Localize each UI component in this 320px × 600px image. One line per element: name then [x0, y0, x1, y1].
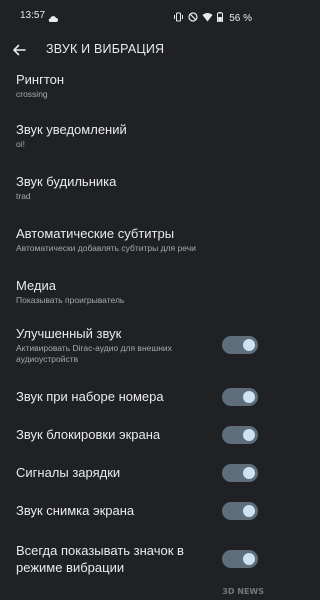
- setting-title: Звук будильника: [16, 174, 117, 189]
- setting-title: Звук уведомлений: [16, 122, 127, 137]
- wifi-icon: [202, 9, 213, 27]
- toggle-knob: [243, 339, 255, 351]
- setting-subtitle: oi!: [16, 139, 25, 149]
- toggle-knob: [243, 391, 255, 403]
- toggle-knob: [243, 505, 255, 517]
- setting-title: Рингтон: [16, 72, 65, 87]
- setting-subtitle: Активировать Dirac-аудио для внешних ауд…: [16, 343, 172, 364]
- setting-title: Звук при наборе номера: [16, 389, 164, 404]
- status-time: 13:57: [20, 10, 46, 21]
- setting-screenshot-sound[interactable]: Звук снимка экрана: [0, 498, 268, 524]
- setting-ringtone[interactable]: Рингтон crossing: [0, 66, 268, 100]
- toggle-knob: [243, 467, 255, 479]
- setting-title: Сигналы зарядки: [16, 465, 121, 480]
- toggle-knob: [243, 553, 255, 565]
- dial-pad-sound-toggle[interactable]: [222, 388, 258, 406]
- blocked-icon: [188, 9, 198, 27]
- battery-percent: 56 %: [229, 12, 252, 24]
- setting-media[interactable]: Медиа Показывать проигрыватель: [0, 270, 268, 310]
- charging-sounds-toggle[interactable]: [222, 464, 258, 482]
- setting-charging-sounds[interactable]: Сигналы зарядки: [0, 460, 268, 486]
- back-arrow-icon[interactable]: [10, 41, 28, 59]
- setting-subtitle: Автоматически добавлять субтитры для реч…: [16, 243, 196, 253]
- battery-icon: [217, 9, 224, 27]
- setting-live-caption[interactable]: Автоматические субтитры Автоматически до…: [0, 218, 268, 258]
- setting-title: Автоматические субтитры: [16, 226, 175, 241]
- setting-title: Всегда показывать значок в режиме вибрац…: [16, 543, 184, 575]
- screenshot-sound-toggle[interactable]: [222, 502, 258, 520]
- setting-subtitle: trad: [16, 191, 31, 201]
- setting-dial-pad-sound[interactable]: Звук при наборе номера: [0, 384, 268, 410]
- setting-screen-lock-sound[interactable]: Звук блокировки экрана: [0, 422, 268, 448]
- status-bar: 13:57 56 %: [0, 0, 268, 34]
- watermark-logo: 3D NEWS: [222, 587, 264, 596]
- setting-subtitle: crossing: [16, 89, 48, 99]
- app-bar: ЗВУК И ВИБРАЦИЯ: [0, 34, 268, 66]
- setting-alarm-sound[interactable]: Звук будильника trad: [0, 166, 268, 206]
- status-icons: 56 %: [173, 9, 252, 27]
- cloud-icon: [48, 10, 58, 28]
- setting-notification-sound[interactable]: Звук уведомлений oi!: [0, 114, 268, 154]
- setting-subtitle: Показывать проигрыватель: [16, 295, 125, 305]
- page-title: ЗВУК И ВИБРАЦИЯ: [46, 42, 165, 56]
- toggle-knob: [243, 429, 255, 441]
- enhanced-sound-toggle[interactable]: [222, 336, 258, 354]
- setting-title: Улучшенный звук: [16, 326, 122, 341]
- setting-title: Звук блокировки экрана: [16, 427, 161, 442]
- vibrate-icon: [173, 9, 184, 27]
- screen-lock-sound-toggle[interactable]: [222, 426, 258, 444]
- setting-title: Медиа: [16, 278, 56, 293]
- setting-vibrate-icon[interactable]: Всегда показывать значок в режиме вибрац…: [0, 538, 268, 580]
- setting-enhanced-sound[interactable]: Улучшенный звук Активировать Dirac-аудио…: [0, 322, 268, 374]
- vibrate-icon-toggle[interactable]: [222, 550, 258, 568]
- setting-title: Звук снимка экрана: [16, 503, 135, 518]
